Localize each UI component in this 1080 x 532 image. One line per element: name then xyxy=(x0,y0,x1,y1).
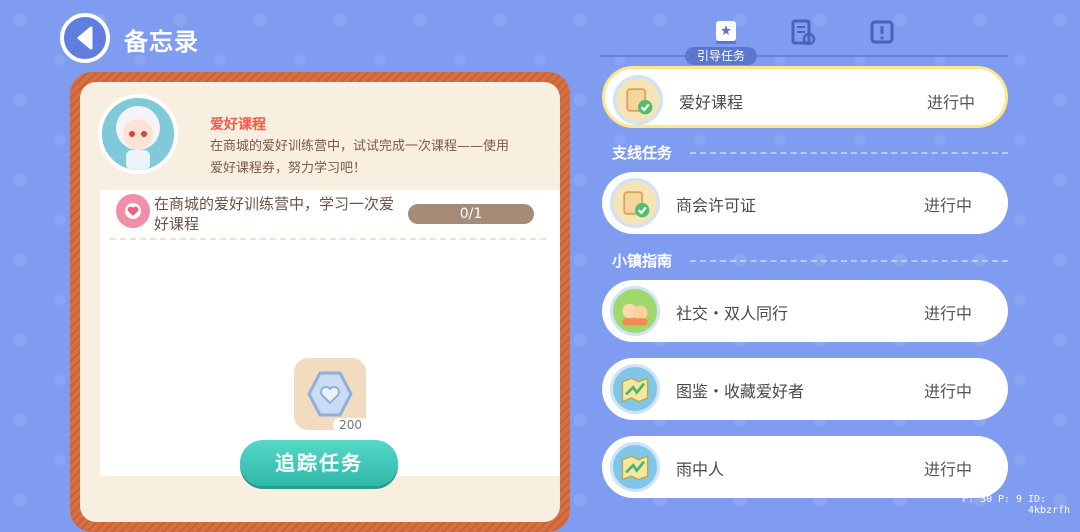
quest-card-chamber-permit[interactable]: 商会许可证 进行中 xyxy=(602,172,1008,234)
heart-icon xyxy=(116,194,150,228)
quest-status: 进行中 xyxy=(924,382,973,401)
divider xyxy=(110,238,546,240)
reward-count: 200 xyxy=(333,418,368,432)
objective-progress: 0/1 xyxy=(408,204,534,224)
reward-item[interactable]: 200 xyxy=(294,358,368,432)
npc-avatar xyxy=(98,94,178,174)
quest-card-rain-person[interactable]: 雨中人 进行中 xyxy=(602,436,1008,498)
quest-detail-panel: 爱好课程 在商城的爱好训练营中，试试完成一次课程——使用爱好课程券，努力学习吧！… xyxy=(70,72,570,532)
ping-stat: P: 9 xyxy=(998,494,1023,505)
coupon-icon xyxy=(307,371,353,417)
objective-area: 在商城的爱好训练营中，学习一次爱好课程 0/1 200 xyxy=(100,190,560,476)
quest-card-social[interactable]: 社交・双人同行 进行中 xyxy=(602,280,1008,342)
section-divider xyxy=(690,260,1008,262)
map-icon xyxy=(610,364,660,414)
tab-underline xyxy=(600,55,1008,57)
quest-name: 爱好课程 xyxy=(210,117,266,133)
map-icon xyxy=(610,442,660,492)
quest-status: 进行中 xyxy=(924,304,973,323)
section-header-side: 支线任务 xyxy=(612,144,673,162)
tab-notes[interactable] xyxy=(780,10,824,54)
quest-status: 进行中 xyxy=(927,93,976,112)
quest-title: 商会许可证 xyxy=(676,196,757,215)
page-title: 备忘录 xyxy=(124,28,199,56)
quest-card-collection[interactable]: 图鉴・收藏爱好者 进行中 xyxy=(602,358,1008,420)
guide-book-icon xyxy=(716,21,736,44)
back-button[interactable] xyxy=(60,13,110,63)
quest-card-hobby-course[interactable]: 爱好课程 进行中 xyxy=(602,66,1008,128)
quest-status: 进行中 xyxy=(924,196,973,215)
objective-text: 在商城的爱好训练营中，学习一次爱好课程 xyxy=(154,195,395,233)
notes-icon xyxy=(791,19,816,46)
quest-detail-inner: 爱好课程 在商城的爱好训练营中，试试完成一次课程——使用爱好课程券，努力学习吧！… xyxy=(80,82,560,522)
quest-title: 雨中人 xyxy=(676,460,725,479)
scroll-check-icon xyxy=(613,75,663,125)
quest-title: 图鉴・收藏爱好者 xyxy=(676,382,805,401)
track-quest-button[interactable]: 追踪任务 xyxy=(240,440,398,486)
task-alert-icon xyxy=(870,20,894,44)
quest-status: 进行中 xyxy=(924,460,973,479)
player-id: ID: 4kbzrfh xyxy=(1028,494,1071,516)
quest-description: 在商城的爱好训练营中，试试完成一次课程——使用爱好课程券，努力学习吧！ xyxy=(210,139,510,176)
section-header-town: 小镇指南 xyxy=(612,252,673,270)
friends-icon xyxy=(610,286,660,336)
quest-title: 社交・双人同行 xyxy=(676,304,789,323)
tab-tasks[interactable] xyxy=(860,10,904,54)
section-divider xyxy=(690,152,1008,154)
active-tab-label: 引导任务 xyxy=(685,47,758,65)
scroll-check-icon xyxy=(610,178,660,228)
fps-stat: F: 30 xyxy=(962,494,993,505)
back-arrow-icon xyxy=(77,26,93,50)
quest-title: 爱好课程 xyxy=(679,93,744,112)
